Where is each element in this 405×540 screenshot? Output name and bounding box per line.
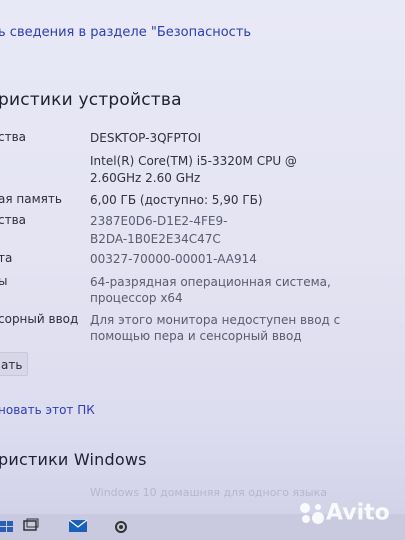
- device-specs-heading: ристики устройства: [0, 90, 182, 110]
- taskbar-start-icon[interactable]: [0, 518, 20, 536]
- windows-edition-faded: Windows 10 домашняя для одного языка: [90, 486, 328, 499]
- watermark-text: Avito: [326, 500, 390, 526]
- spec-value-device-id-line2: B2DA-1B0E2E34C47C: [90, 232, 221, 246]
- spec-label-device-id: ства: [0, 213, 27, 227]
- mail-icon[interactable]: [68, 518, 88, 536]
- spec-label-product-id: та: [0, 251, 13, 265]
- spec-label-ram: ая память: [0, 192, 62, 206]
- settings-gear-icon[interactable]: [112, 518, 132, 536]
- avito-watermark: Avito: [298, 500, 398, 528]
- spec-value-pen-touch-line1: Для этого монитора недоступен ввод с: [90, 313, 341, 327]
- spec-value-system-type-line2: процессор x64: [90, 291, 183, 305]
- spec-value-device-id-line1: 2387E0D6-D1E2-4FE9-: [90, 214, 228, 228]
- spec-label-system-type: ы: [0, 274, 8, 288]
- security-link[interactable]: ь сведения в разделе "Безопасность: [0, 25, 251, 40]
- spec-value-processor-line1: Intel(R) Core(TM) i5-3320M CPU @: [90, 154, 297, 168]
- spec-label-device-name: ства: [0, 130, 27, 144]
- windows-specs-heading: ристики Windows: [0, 450, 147, 469]
- spec-value-ram: 6,00 ГБ (доступно: 5,90 ГБ): [90, 193, 263, 207]
- copy-button[interactable]: ать: [0, 352, 28, 376]
- spec-value-device-name: DESKTOP-3QFPTOI: [90, 131, 201, 145]
- spec-value-product-id: 00327-70000-00001-AA914: [90, 252, 257, 266]
- spec-value-system-type-line1: 64-разрядная операционная система,: [90, 275, 331, 289]
- rename-pc-link[interactable]: новать этот ПК: [0, 403, 95, 417]
- task-view-icon[interactable]: [22, 518, 42, 536]
- spec-label-pen-touch: сорный ввод: [0, 312, 79, 326]
- spec-value-processor-line2: 2.60GHz 2.60 GHz: [90, 171, 201, 185]
- spec-value-pen-touch-line2: помощью пера и сенсорный ввод: [90, 329, 302, 343]
